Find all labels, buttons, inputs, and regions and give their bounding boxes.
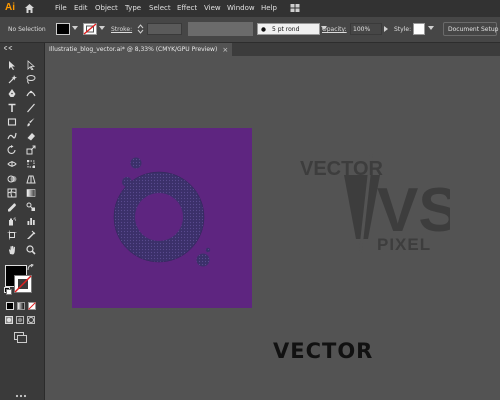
mesh-tool-icon[interactable] (7, 188, 17, 198)
rotate-tool-icon[interactable] (7, 145, 17, 155)
menu-view[interactable]: View (204, 4, 221, 12)
gradient-tool-icon[interactable] (26, 188, 36, 198)
gradient-mode-icon[interactable] (17, 302, 25, 310)
document-tab-bar: Illustratie_blog_vector.ai* @ 8,33% (CMY… (45, 43, 500, 56)
stroke-swatch[interactable] (83, 23, 97, 35)
variable-width-profile[interactable] (188, 22, 253, 36)
draw-normal-icon[interactable] (5, 316, 13, 324)
screen-mode-icon[interactable] (14, 332, 27, 343)
style-label: Style: (394, 26, 412, 33)
opacity-value: 100% (353, 26, 371, 33)
draw-behind-icon[interactable] (16, 316, 24, 324)
canvas-area[interactable]: VECTOR VS PIXEL VECTOR (45, 56, 500, 400)
blend-tool-icon[interactable] (26, 202, 36, 212)
vector-heading[interactable]: VECTOR (273, 339, 373, 363)
perspective-tool-icon[interactable] (26, 174, 36, 184)
hand-tool-icon[interactable] (7, 245, 17, 255)
stroke-color-box[interactable] (14, 275, 32, 293)
vector-vs-pixel-logo[interactable]: VECTOR VS PIXEL (300, 153, 450, 253)
stroke-label[interactable]: Stroke: (111, 26, 132, 33)
opacity-field[interactable]: 100% (350, 23, 382, 35)
opacity-label[interactable]: Opacity: (322, 26, 347, 33)
selection-tool-icon[interactable] (7, 60, 17, 70)
slice-tool-icon[interactable] (26, 230, 36, 240)
width-tool-icon[interactable] (7, 159, 17, 169)
stroke-dropdown-icon[interactable] (99, 26, 105, 31)
home-icon[interactable] (24, 3, 35, 14)
document-tab[interactable]: Illustratie_blog_vector.ai* @ 8,33% (CMY… (45, 43, 233, 56)
logo-bottom-text: PIXEL (377, 235, 431, 253)
artboard-tool-icon[interactable] (7, 230, 17, 240)
curvature-tool-icon[interactable] (26, 88, 36, 98)
eyedropper-tool-icon[interactable] (7, 202, 17, 212)
menu-bar: Ai File Edit Object Type Select Effect V… (0, 0, 500, 17)
paintbrush-tool-icon[interactable] (26, 117, 36, 127)
document-setup-label: Document Setup (448, 26, 499, 33)
artboard[interactable] (72, 128, 252, 308)
close-icon[interactable]: × (222, 46, 228, 54)
vector-circle-illustration[interactable] (72, 128, 252, 308)
workspace-switcher-icon[interactable] (290, 3, 300, 13)
line-tool-icon[interactable] (26, 103, 36, 113)
fill-dropdown-icon[interactable] (72, 26, 78, 31)
magic-wand-tool-icon[interactable] (7, 74, 17, 84)
none-mode-icon[interactable] (28, 302, 36, 310)
menu-select[interactable]: Select (149, 4, 171, 12)
more-tools-icon[interactable] (15, 394, 27, 398)
menu-effect[interactable]: Effect (177, 4, 197, 12)
menu-object[interactable]: Object (95, 4, 118, 12)
tools-panel (0, 43, 45, 400)
graphic-style-swatch[interactable] (413, 23, 425, 35)
brush-definition-field[interactable]: 5 pt rond (257, 23, 320, 35)
pen-tool-icon[interactable] (7, 88, 17, 98)
lasso-tool-icon[interactable] (26, 74, 36, 85)
fill-swatch[interactable] (56, 23, 70, 35)
document-setup-button[interactable]: Document Setup (443, 22, 499, 36)
collapse-panel-icon[interactable] (4, 46, 14, 50)
scale-tool-icon[interactable] (26, 145, 36, 155)
eraser-tool-icon[interactable] (26, 131, 36, 141)
menu-edit[interactable]: Edit (74, 4, 88, 12)
menu-window[interactable]: Window (227, 4, 255, 12)
menu-help[interactable]: Help (261, 4, 277, 12)
control-bar: No Selection Stroke: 5 pt rond Opacity: … (0, 17, 500, 43)
brush-name: 5 pt rond (272, 26, 300, 33)
app-logo[interactable]: Ai (5, 2, 15, 13)
brush-dot-icon (261, 27, 266, 32)
style-dropdown-icon[interactable] (428, 26, 434, 31)
shape-builder-tool-icon[interactable] (7, 174, 17, 184)
free-transform-tool-icon[interactable] (26, 159, 36, 169)
type-tool-icon[interactable] (7, 103, 17, 113)
rectangle-tool-icon[interactable] (7, 117, 17, 127)
document-tab-title: Illustratie_blog_vector.ai* @ 8,33% (CMY… (49, 46, 218, 53)
menu-file[interactable]: File (55, 4, 67, 12)
zoom-tool-icon[interactable] (26, 244, 36, 255)
shaper-tool-icon[interactable] (7, 131, 17, 141)
stroke-weight-stepper-icon[interactable] (137, 23, 144, 35)
menu-type[interactable]: Type (125, 4, 141, 12)
opacity-arrow-icon[interactable] (383, 22, 389, 36)
logo-top-text: VECTOR (300, 158, 384, 180)
symbol-sprayer-tool-icon[interactable] (7, 216, 17, 226)
direct-selection-tool-icon[interactable] (26, 60, 36, 70)
swap-colors-icon[interactable] (27, 264, 35, 272)
graph-tool-icon[interactable] (26, 216, 36, 226)
stroke-weight-field[interactable] (147, 23, 182, 35)
selection-status: No Selection (8, 26, 46, 33)
draw-inside-icon[interactable] (27, 316, 35, 324)
color-mode-icon[interactable] (6, 302, 14, 310)
default-colors-icon[interactable] (4, 287, 12, 295)
